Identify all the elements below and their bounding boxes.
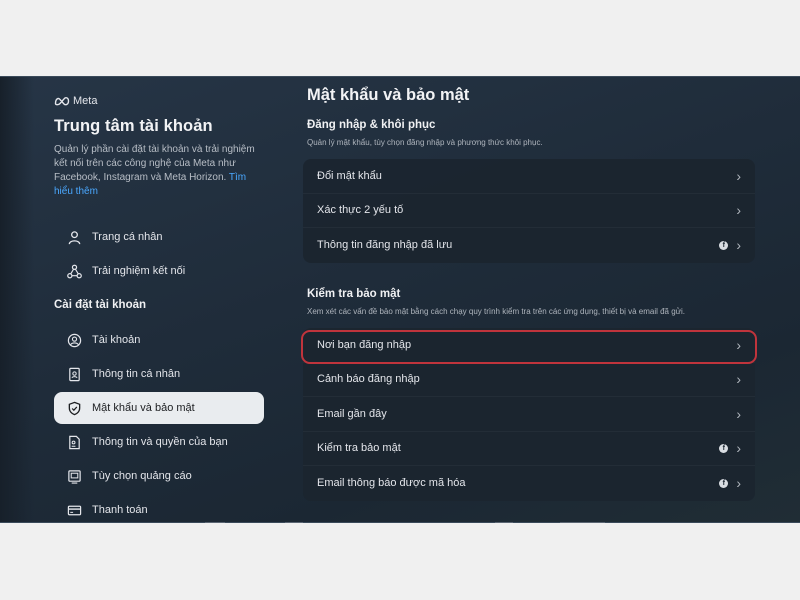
facebook-icon: f [719, 478, 729, 488]
chevron-right-icon: › [736, 371, 741, 388]
sidebar-item-payments[interactable]: Thanh toán [54, 494, 264, 522]
security-checks-title: Kiểm tra bảo mật [307, 288, 401, 300]
sidebar-item-label: Tài khoản [92, 334, 141, 346]
login-alerts-row[interactable]: Cảnh báo đăng nhập › [303, 363, 755, 397]
where-logged-in-row[interactable]: Nơi bạn đăng nhập › [303, 328, 755, 363]
sidebar-item-label: Thông tin cá nhân [92, 368, 181, 380]
sidebar-item-label: Trang cá nhân [92, 231, 163, 243]
account-circle-icon [66, 332, 82, 348]
sidebar-description: Quản lý phần cài đặt tài khoản và trải n… [54, 143, 264, 199]
row-label: Thông tin đăng nhập đã lưu [317, 239, 453, 252]
row-label: Đổi mật khẩu [317, 169, 382, 182]
chevron-right-icon: › [736, 336, 741, 353]
sidebar-item-ad-preferences[interactable]: Tùy chọn quảng cáo [54, 460, 264, 492]
change-password-row[interactable]: Đổi mật khẩu › [303, 159, 755, 194]
sidebar-item-label: Trải nghiệm kết nối [92, 265, 186, 277]
chevron-right-icon: › [736, 202, 741, 219]
top-bezel [0, 0, 800, 76]
facebook-icon: f [719, 240, 729, 250]
connected-experiences-icon [66, 263, 82, 279]
meta-logo: Meta [54, 95, 269, 107]
login-recovery-title: Đăng nhập & khôi phục [307, 119, 436, 131]
meta-logo-text: Meta [73, 95, 98, 107]
person-icon [66, 229, 82, 245]
security-checkup-row[interactable]: Kiểm tra bảo mật f › [303, 432, 755, 466]
row-label: Xác thực 2 yếu tố [317, 204, 404, 217]
sidebar-item-profile[interactable]: Trang cá nhân [54, 221, 264, 253]
sidebar-item-label: Tùy chọn quảng cáo [92, 470, 192, 482]
row-label: Kiểm tra bảo mật [317, 442, 401, 455]
shield-icon [66, 400, 82, 416]
login-recovery-card: Đổi mật khẩu › Xác thực 2 yếu tố › Thông… [303, 159, 755, 263]
bottom-bezel [0, 523, 800, 600]
ad-preferences-icon [66, 468, 82, 484]
sidebar-item-label: Thông tin và quyền của bạn [92, 436, 228, 448]
credit-card-icon [66, 502, 82, 518]
sidebar-item-label: Mật khẩu và bảo mật [92, 402, 195, 414]
accounts-center-window: Meta Trung tâm tài khoản Quản lý phần cà… [0, 76, 800, 523]
chevron-right-icon: › [736, 475, 741, 492]
facebook-icon: f [719, 443, 729, 453]
chevron-right-icon: › [736, 167, 741, 184]
id-card-icon [66, 366, 82, 382]
sidebar-item-password-security[interactable]: Mật khẩu và bảo mật [54, 392, 264, 424]
sidebar-item-personal-info[interactable]: Thông tin cá nhân [54, 358, 264, 390]
sidebar-item-account[interactable]: Tài khoản [54, 324, 264, 356]
screen-edge-shadow [0, 77, 34, 522]
recent-emails-row[interactable]: Email gần đây › [303, 397, 755, 432]
page-title: Mật khẩu và bảo mật [307, 86, 470, 104]
login-recovery-description: Quản lý mật khẩu, tùy chọn đăng nhập và … [307, 138, 543, 147]
sidebar: Meta Trung tâm tài khoản Quản lý phần cà… [54, 95, 269, 516]
account-settings-heading: Cài đặt tài khoản [54, 299, 147, 311]
chevron-right-icon: › [736, 405, 741, 422]
two-factor-auth-row[interactable]: Xác thực 2 yếu tố › [303, 194, 755, 228]
sidebar-title: Trung tâm tài khoản [54, 117, 213, 135]
sidebar-description-text: Quản lý phần cài đặt tài khoản và trải n… [54, 144, 255, 183]
row-label: Email thông báo được mã hóa [317, 477, 466, 490]
main-content: Mật khẩu và bảo mật Đăng nhập & khôi phụ… [301, 77, 767, 522]
row-label: Email gần đây [317, 407, 387, 420]
sidebar-item-info-permissions[interactable]: Thông tin và quyền của bạn [54, 426, 264, 458]
encrypted-notification-emails-row[interactable]: Email thông báo được mã hóa f › [303, 466, 755, 501]
chevron-right-icon: › [736, 237, 741, 254]
saved-login-row[interactable]: Thông tin đăng nhập đã lưu f › [303, 228, 755, 263]
sidebar-item-connected-experiences[interactable]: Trải nghiệm kết nối [54, 255, 264, 287]
security-checks-description: Xem xét các vấn đề bảo mật bằng cách chạ… [307, 307, 686, 316]
row-label: Cảnh báo đăng nhập [317, 373, 420, 386]
chevron-right-icon: › [736, 440, 741, 457]
info-permissions-icon [66, 434, 82, 450]
security-checks-card: Nơi bạn đăng nhập › Cảnh báo đăng nhập ›… [303, 328, 755, 501]
sidebar-item-label: Thanh toán [92, 504, 148, 516]
row-label: Nơi bạn đăng nhập [317, 338, 412, 351]
meta-infinity-icon [54, 97, 70, 106]
